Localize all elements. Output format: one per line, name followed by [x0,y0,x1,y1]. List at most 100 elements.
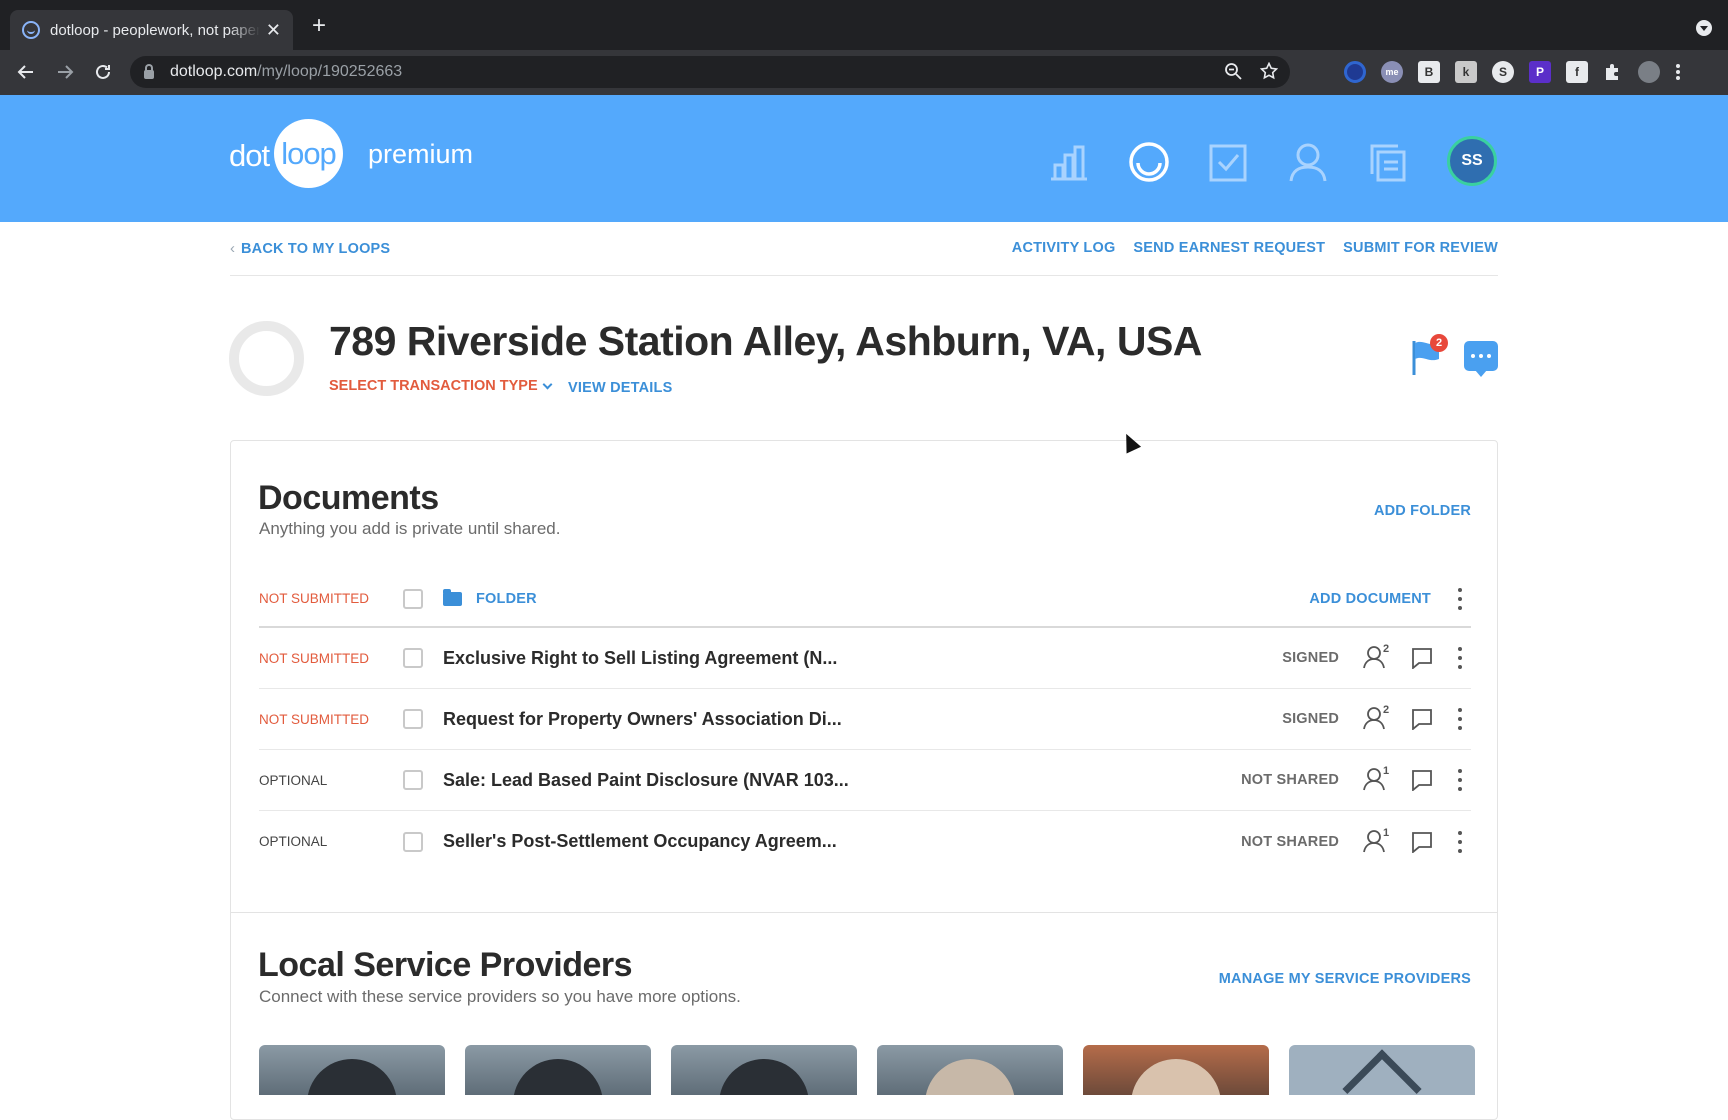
loop-subnav: ‹ BACK TO MY LOOPS ACTIVITY LOG SEND EAR… [230,240,1498,276]
document-share-state: SIGNED [1282,711,1339,727]
logo-tier: premium [368,139,474,169]
document-name[interactable]: Sale: Lead Based Paint Disclosure (NVAR … [443,770,849,791]
forward-icon[interactable] [55,59,75,85]
extension-facebook-icon[interactable]: f [1566,61,1588,83]
folder-name-link[interactable]: FOLDER [476,591,537,607]
user-avatar[interactable]: SS [1447,136,1497,186]
chevron-left-icon: ‹ [230,240,235,257]
tab-search-icon[interactable] [1696,20,1712,36]
document-more-icon[interactable] [1457,830,1463,853]
browser-tab-bar: dotloop - peoplework, not paperwork ✕ + [0,0,1728,50]
documents-card: Documents Anything you add is private un… [230,440,1498,1120]
document-name[interactable]: Seller's Post-Settlement Occupancy Agree… [443,831,837,852]
browser-tab[interactable]: dotloop - peoplework, not paperwork ✕ [10,10,293,50]
dotloop-favicon-icon [22,21,40,39]
address-bar[interactable]: dotloop.com/my/loop/190252663 [130,56,1290,88]
comment-icon[interactable] [1411,708,1433,731]
participants-count: 2 [1383,643,1390,655]
extensions-puzzle-icon[interactable] [1603,62,1623,82]
document-checkbox[interactable] [403,831,423,852]
contacts-person-icon[interactable] [1287,141,1329,183]
new-tab-button[interactable]: + [312,14,326,38]
app-header: dot loop premium SS [0,95,1728,222]
chat-button[interactable] [1464,341,1498,377]
document-name[interactable]: Exclusive Right to Sell Listing Agreemen… [443,648,837,669]
participants-person-icon[interactable]: 2 [1363,643,1391,671]
service-provider-card[interactable] [1289,1045,1475,1095]
extension-circle-icon[interactable] [1344,61,1366,83]
extension-me-icon[interactable]: me [1381,61,1403,83]
page-title: 789 Riverside Station Alley, Ashburn, VA… [329,318,1202,364]
participants-person-icon[interactable]: 1 [1363,765,1391,793]
send-earnest-request-link[interactable]: SEND EARNEST REQUEST [1133,240,1325,256]
tasks-checkbox-icon[interactable] [1208,141,1250,183]
service-provider-card[interactable] [671,1045,857,1095]
document-status: NOT SUBMITTED [259,711,370,727]
back-to-my-loops-link[interactable]: ‹ BACK TO MY LOOPS [230,240,390,257]
extension-s-icon[interactable]: S [1492,61,1514,83]
reports-chart-icon[interactable] [1048,141,1090,183]
tab-title: dotloop - peoplework, not paperwork [50,21,260,39]
document-more-icon[interactable] [1457,647,1463,669]
comment-icon[interactable] [1411,769,1433,792]
tab-close-icon[interactable]: ✕ [266,21,281,39]
documents-subtitle: Anything you add is private until shared… [259,519,561,538]
document-row[interactable]: OPTIONAL Sale: Lead Based Paint Disclosu… [259,750,1471,811]
reload-icon[interactable] [93,59,113,85]
service-provider-card[interactable] [465,1045,651,1095]
service-provider-card[interactable] [877,1045,1063,1095]
submit-for-review-link[interactable]: SUBMIT FOR REVIEW [1343,240,1498,256]
lock-icon[interactable] [144,63,154,79]
view-details-link[interactable]: VIEW DETAILS [568,380,672,396]
logo-loop[interactable]: loop [274,119,343,188]
document-more-icon[interactable] [1457,769,1463,791]
profile-avatar-icon[interactable] [1638,61,1660,83]
folder-more-icon[interactable] [1457,587,1463,610]
document-name[interactable]: Request for Property Owners' Association… [443,709,842,730]
participants-count: 1 [1383,826,1390,839]
document-share-state: SIGNED [1282,650,1339,666]
document-checkbox[interactable] [403,770,423,790]
url-path: /my/loop/190252663 [257,63,403,80]
folder-row: NOT SUBMITTED FOLDER ADD DOCUMENT [259,571,1471,628]
zoom-icon[interactable] [1224,62,1242,80]
document-status: OPTIONAL [259,772,328,788]
flags-button[interactable]: 2 [1410,334,1448,377]
participants-person-icon[interactable]: 1 [1363,826,1391,855]
back-label: BACK TO MY LOOPS [241,240,391,257]
extensions-row: me B k S P f [1344,61,1681,83]
comment-icon[interactable] [1411,647,1433,670]
add-document-link[interactable]: ADD DOCUMENT [1309,591,1431,607]
url-host: dotloop.com [170,63,258,80]
document-more-icon[interactable] [1457,708,1463,730]
logo-dot[interactable]: dot [229,138,270,174]
folder-checkbox[interactable] [403,588,423,609]
flag-count-badge: 2 [1430,334,1448,352]
document-checkbox[interactable] [403,709,423,729]
document-share-state: NOT SHARED [1241,772,1339,788]
participants-person-icon[interactable]: 2 [1363,704,1391,732]
documents-table: NOT SUBMITTED FOLDER ADD DOCUMENT NOT SU… [259,571,1471,872]
templates-documents-icon[interactable] [1366,141,1408,183]
document-row[interactable]: NOT SUBMITTED Exclusive Right to Sell Li… [259,628,1471,689]
loops-icon[interactable] [1128,141,1170,183]
extension-k-icon[interactable]: k [1455,61,1477,83]
browser-menu-icon[interactable] [1675,62,1681,82]
document-row[interactable]: OPTIONAL Seller's Post-Settlement Occupa… [259,811,1471,872]
comment-icon[interactable] [1411,831,1433,854]
document-checkbox[interactable] [403,648,423,668]
activity-log-link[interactable]: ACTIVITY LOG [1012,240,1116,256]
service-provider-list [259,1045,1475,1095]
select-transaction-type-dropdown[interactable]: SELECT TRANSACTION TYPE [329,378,553,394]
extension-b-icon[interactable]: B [1418,61,1440,83]
extension-p-icon[interactable]: P [1529,61,1551,83]
folder-status: NOT SUBMITTED [259,591,370,606]
house-icon [1342,1049,1422,1095]
document-row[interactable]: NOT SUBMITTED Request for Property Owner… [259,689,1471,750]
add-folder-link[interactable]: ADD FOLDER [1374,503,1471,519]
service-provider-card[interactable] [1083,1045,1269,1095]
service-provider-card[interactable] [259,1045,445,1095]
back-icon[interactable] [16,59,36,85]
star-icon[interactable] [1260,62,1278,80]
manage-service-providers-link[interactable]: MANAGE MY SERVICE PROVIDERS [1219,971,1471,987]
